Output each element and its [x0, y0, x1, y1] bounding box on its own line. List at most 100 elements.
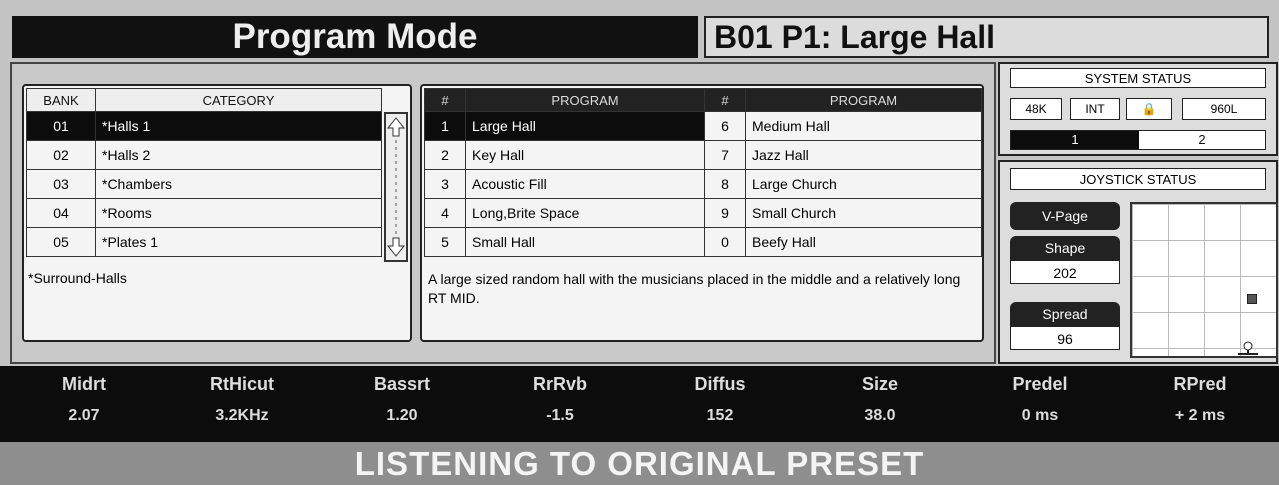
program-row: 4 Long,Brite Space 9 Small Church [424, 198, 982, 228]
program-table-header: # PROGRAM # PROGRAM [424, 88, 982, 112]
program-number[interactable]: 7 [704, 140, 746, 170]
lock-icon[interactable]: 🔒 [1126, 98, 1172, 120]
bank-category: *Plates 1 [95, 227, 382, 257]
status-message: LISTENING TO ORIGINAL PRESET [0, 442, 1279, 485]
program-number[interactable]: 3 [424, 169, 466, 199]
bank-row[interactable]: 01 *Halls 1 [26, 111, 382, 141]
param-name: Bassrt [373, 374, 431, 394]
system-status-title: SYSTEM STATUS [1010, 68, 1266, 88]
joystick-origin-icon [1238, 341, 1258, 355]
program-name[interactable]: Key Hall [465, 140, 705, 170]
mode-title: Program Mode [12, 16, 698, 58]
system-status-panel: SYSTEM STATUS 48K INT 🔒 960L 1 2 [998, 62, 1278, 156]
category-column-header: CATEGORY [95, 88, 382, 112]
bank-scrollbar[interactable] [384, 112, 408, 262]
program-name[interactable]: Large Church [745, 169, 982, 199]
program-row: 1 Large Hall 6 Medium Hall [424, 111, 982, 141]
number-column-header: # [424, 88, 466, 112]
bank-category: *Halls 2 [95, 140, 382, 170]
bank-number: 03 [26, 169, 96, 199]
program-name[interactable]: Jazz Hall [745, 140, 982, 170]
bank-number: 05 [26, 227, 96, 257]
machine-2-tab[interactable]: 2 [1139, 131, 1265, 149]
program-number[interactable]: 6 [704, 111, 746, 141]
program-name[interactable]: Small Church [745, 198, 982, 228]
param-rpred[interactable]: RPred + 2 ms [1140, 374, 1260, 425]
program-row: 2 Key Hall 7 Jazz Hall [424, 140, 982, 170]
bank-category: *Halls 1 [95, 111, 382, 141]
program-description: A large sized random hall with the music… [428, 271, 961, 306]
program-name[interactable]: Acoustic Fill [465, 169, 705, 199]
param-name: RrRvb [532, 374, 587, 394]
machine-1-tab[interactable]: 1 [1011, 131, 1139, 149]
param-name: RtHicut [210, 374, 274, 394]
param-size[interactable]: Size 38.0 [820, 374, 940, 425]
bank-category: *Chambers [95, 169, 382, 199]
param-rrrvb[interactable]: RrRvb -1.5 [500, 374, 620, 425]
param-name: Size [861, 374, 899, 394]
bank-table-header: BANK CATEGORY [26, 88, 382, 112]
scroll-up-icon[interactable] [386, 117, 406, 137]
param-rthicut[interactable]: RtHicut 3.2KHz [182, 374, 302, 425]
program-number[interactable]: 8 [704, 169, 746, 199]
spread-value[interactable]: 96 [1010, 326, 1120, 350]
program-panel: # PROGRAM # PROGRAM 1 Large Hall 6 Mediu… [420, 84, 984, 342]
param-value: 2.07 [68, 407, 100, 424]
shape-value[interactable]: 202 [1010, 260, 1120, 284]
model-button[interactable]: 960L [1182, 98, 1266, 120]
program-table: # PROGRAM # PROGRAM 1 Large Hall 6 Mediu… [424, 88, 982, 257]
param-value: 0 ms [1021, 407, 1059, 424]
shape-label: Shape [1010, 236, 1120, 260]
program-number[interactable]: 5 [424, 227, 466, 257]
joystick-status-panel: JOYSTICK STATUS V-Page Shape 202 Spread … [998, 160, 1278, 364]
scrollbar-track [386, 117, 406, 257]
machine-selector[interactable]: 1 2 [1010, 130, 1266, 150]
number-column-header: # [704, 88, 746, 112]
bank-row[interactable]: 05 *Plates 1 [26, 227, 382, 257]
program-number[interactable]: 4 [424, 198, 466, 228]
program-number[interactable]: 1 [424, 111, 466, 141]
bank-number: 02 [26, 140, 96, 170]
clock-source-button[interactable]: INT [1070, 98, 1120, 120]
program-column-header: PROGRAM [465, 88, 705, 112]
joystick-plot[interactable] [1130, 202, 1278, 358]
param-name: RPred [1173, 374, 1227, 394]
param-value: 38.0 [864, 407, 896, 424]
program-name[interactable]: Long,Brite Space [465, 198, 705, 228]
sample-rate-button[interactable]: 48K [1010, 98, 1062, 120]
parameter-bar: Midrt 2.07 RtHicut 3.2KHz Bassrt 1.20 RrRvb… [0, 366, 1279, 442]
bank-row[interactable]: 02 *Halls 2 [26, 140, 382, 170]
bank-column-header: BANK [26, 88, 96, 112]
bank-number: 04 [26, 198, 96, 228]
program-name[interactable]: Beefy Hall [745, 227, 982, 257]
bank-category-panel: BANK CATEGORY 01 *Halls 1 02 *Halls 2 03… [22, 84, 412, 342]
program-row: 5 Small Hall 0 Beefy Hall [424, 227, 982, 257]
param-name: Predel [1012, 374, 1068, 394]
param-value: -1.5 [546, 407, 574, 424]
program-name[interactable]: Medium Hall [745, 111, 982, 141]
param-value: 152 [706, 407, 734, 424]
program-number[interactable]: 9 [704, 198, 746, 228]
joystick-status-title: JOYSTICK STATUS [1010, 168, 1266, 190]
param-predel[interactable]: Predel 0 ms [980, 374, 1100, 425]
scroll-down-icon[interactable] [386, 237, 406, 257]
param-name: Diffus [694, 374, 746, 394]
spread-label: Spread [1010, 302, 1120, 326]
program-name[interactable]: Large Hall [465, 111, 705, 141]
program-column-header: PROGRAM [745, 88, 982, 112]
param-name: Midrt [62, 374, 106, 394]
bank-row[interactable]: 04 *Rooms [26, 198, 382, 228]
bank-number: 01 [26, 111, 96, 141]
bank-category: *Rooms [95, 198, 382, 228]
bank-row[interactable]: 03 *Chambers [26, 169, 382, 199]
param-value: 1.20 [386, 407, 418, 424]
program-number[interactable]: 2 [424, 140, 466, 170]
program-name[interactable]: Small Hall [465, 227, 705, 257]
program-number[interactable]: 0 [704, 227, 746, 257]
category-note: *Surround-Halls [28, 270, 127, 286]
param-diffus[interactable]: Diffus 152 [660, 374, 780, 425]
param-midrt[interactable]: Midrt 2.07 [24, 374, 144, 425]
program-row: 3 Acoustic Fill 8 Large Church [424, 169, 982, 199]
param-bassrt[interactable]: Bassrt 1.20 [342, 374, 462, 425]
vpage-button[interactable]: V-Page [1010, 202, 1120, 230]
